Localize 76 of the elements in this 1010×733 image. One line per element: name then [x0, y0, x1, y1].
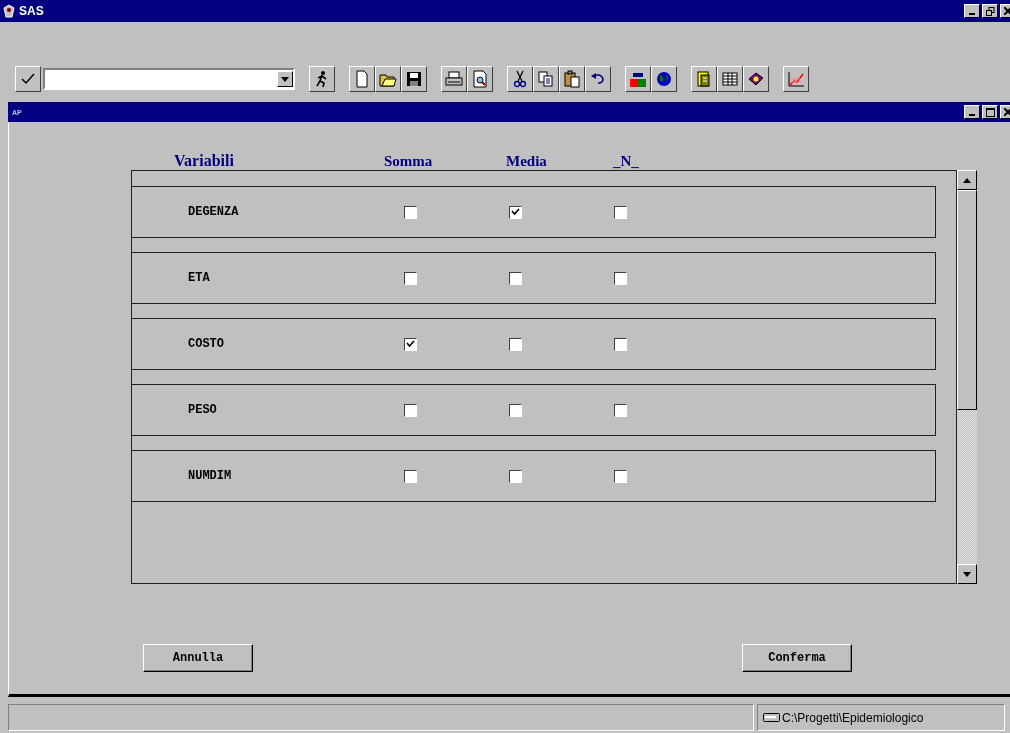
new-document-button[interactable] [349, 66, 375, 92]
paste-button[interactable] [559, 66, 585, 92]
printer-icon [445, 70, 463, 88]
globe-icon [655, 70, 673, 88]
checkmark-icon [406, 340, 415, 348]
up-arrow-icon [963, 177, 971, 183]
checkbox[interactable] [509, 205, 522, 219]
restore-button[interactable] [982, 4, 998, 18]
cancel-button[interactable]: Annulla [143, 644, 253, 672]
command-combo-box[interactable] [43, 68, 295, 90]
document-button[interactable] [691, 66, 717, 92]
folder-button[interactable] [375, 66, 401, 92]
caret-icon [281, 76, 289, 82]
maximize-button[interactable] [982, 105, 998, 119]
checkbox[interactable] [614, 271, 627, 285]
printer-button[interactable] [441, 66, 467, 92]
confirm-button[interactable]: Conferma [742, 644, 852, 672]
checkbox[interactable] [614, 337, 627, 351]
checkbox[interactable] [509, 403, 522, 417]
scissors-icon [511, 70, 529, 88]
scissors-button[interactable] [507, 66, 533, 92]
close-icon [1004, 108, 1010, 116]
table-button[interactable] [717, 66, 743, 92]
variable-name: NUMDIM [188, 469, 233, 483]
checkbox[interactable] [509, 337, 522, 351]
variable-name: PESO [188, 403, 218, 417]
current-folder-path: C:\Progetti\Epidemiologico [782, 710, 924, 725]
variable-name: DEGENZA [188, 205, 240, 219]
running-figure-button[interactable] [309, 66, 335, 92]
dropdown-button[interactable] [277, 71, 293, 87]
checkbox[interactable] [404, 271, 417, 285]
column-header: Media [506, 153, 548, 170]
restore-icon [985, 6, 995, 16]
scroll-down-button[interactable] [957, 564, 977, 584]
variable-name: COSTO [188, 337, 225, 351]
column-header: Somma [384, 152, 434, 170]
minimize-button[interactable] [964, 4, 980, 18]
checkbox[interactable] [404, 337, 417, 351]
checkmark-icon [511, 208, 520, 216]
app-icon [2, 4, 16, 18]
copy-icon [537, 70, 555, 88]
minimize-button[interactable] [964, 105, 980, 119]
preview-button[interactable] [467, 66, 493, 92]
new-document-icon [353, 70, 371, 88]
checkbox[interactable] [404, 403, 417, 417]
column-header: _N_ [613, 153, 639, 170]
table-icon [721, 70, 739, 88]
checkbox[interactable] [404, 205, 417, 219]
scroll-up-button[interactable] [957, 170, 977, 190]
paste-icon [563, 70, 581, 88]
save-button[interactable] [401, 66, 427, 92]
checkmark-icon [21, 73, 35, 85]
submit-button[interactable] [15, 66, 41, 92]
close-icon [1004, 7, 1010, 15]
checkbox[interactable] [404, 469, 417, 483]
maximize-icon [985, 107, 995, 117]
window-title: SAS [19, 4, 44, 18]
document-icon [695, 70, 713, 88]
column-header: Variabili [174, 152, 235, 170]
globe-button[interactable] [651, 66, 677, 92]
scroll-thumb[interactable] [957, 190, 977, 410]
checkbox[interactable] [509, 469, 522, 483]
save-icon [405, 70, 423, 88]
checkbox[interactable] [614, 469, 627, 483]
preview-icon [471, 70, 489, 88]
drive-icon [763, 713, 780, 722]
down-arrow-icon [963, 571, 971, 577]
undo-button[interactable] [585, 66, 611, 92]
checkbox[interactable] [614, 205, 627, 219]
checkbox[interactable] [614, 403, 627, 417]
chart-button[interactable] [783, 66, 809, 92]
vertical-scrollbar[interactable] [957, 170, 977, 584]
copy-button[interactable] [533, 66, 559, 92]
chart-icon [787, 70, 805, 88]
variable-name: ETA [188, 271, 211, 285]
checkbox[interactable] [509, 271, 522, 285]
